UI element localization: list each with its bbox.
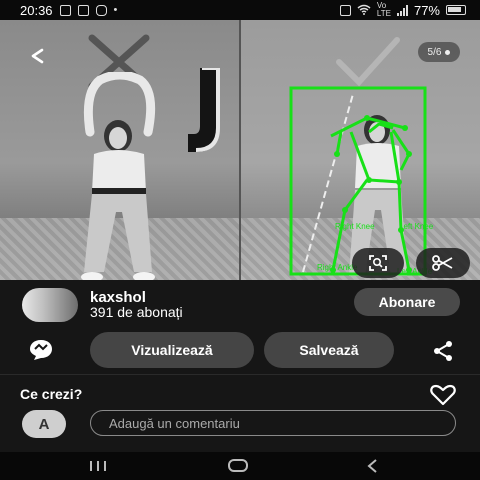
page-indicator-text: 5/6 [427,46,442,58]
lens-search-icon [369,255,387,271]
page-indicator[interactable]: 5/6 [418,42,460,62]
page-dot [445,49,451,55]
cutout-button[interactable] [416,248,470,278]
system-nav-bar [0,452,480,480]
recent-apps-icon [90,461,106,471]
pose-label: Right Knee [335,222,375,231]
subscriber-count: 391 de abonați [90,304,183,320]
avatar[interactable] [22,288,78,322]
follow-button[interactable]: Abonare [354,288,460,316]
pose-label: Left Knee [399,222,434,231]
save-button[interactable]: Salvează [264,332,394,368]
creator-row: kaxshol 391 de abonați Abonare [0,284,480,324]
gallery-notification-icon [77,4,89,16]
share-button[interactable] [432,340,454,367]
message-button[interactable] [28,338,54,367]
pin-image[interactable]: Right Knee Left Knee Right Ankle Left An… [0,20,480,280]
wifi-icon [357,3,371,18]
instagram-notification-icon [95,4,107,16]
gallery-notification-icon [59,4,71,16]
signal-icon [396,4,408,16]
nav-back-button[interactable] [352,456,392,476]
heart-icon [430,384,456,406]
back-icon [31,48,44,64]
divider [0,374,480,375]
battery-percent: 77% [413,2,440,18]
home-icon [228,459,248,472]
battery-icon [446,5,466,15]
comment-input[interactable]: Adaugă un comentariu [90,410,456,436]
volte-icon: Vo LTE [376,1,391,18]
commenter-avatar: A [22,410,66,438]
comments-prompt: Ce crezi? [20,386,83,402]
status-bar: 20:36 • Vo LTE 77% [0,0,480,20]
visual-search-button[interactable] [352,248,404,278]
nav-back-icon [367,459,377,473]
scissors-icon [432,255,453,271]
person-figure [81,72,156,280]
like-button[interactable] [430,384,456,411]
more-notifications-icon: • [113,4,118,16]
recent-apps-button[interactable] [78,456,118,476]
alarm-icon [339,4,351,16]
back-button[interactable] [22,44,52,68]
share-icon [434,341,452,361]
status-time: 20:36 [20,2,53,18]
wall-letter [188,66,248,158]
view-button[interactable]: Vizualizează [90,332,254,368]
home-button[interactable] [218,456,258,476]
message-icon [30,340,52,360]
action-row: Vizualizează Salvează [0,332,480,372]
